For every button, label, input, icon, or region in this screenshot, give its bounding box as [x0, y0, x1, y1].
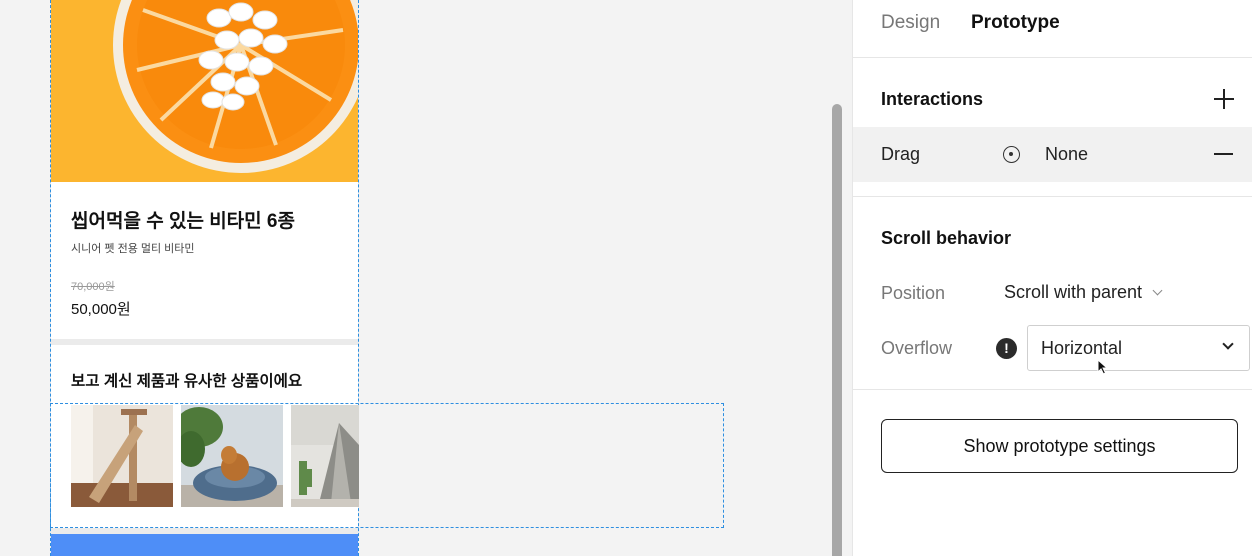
similar-products-title: 보고 계신 제품과 유사한 상품이에요: [71, 373, 303, 390]
design-canvas[interactable]: 씹어먹을 수 있는 비타민 6종 시니어 펫 전용 멀티 비타민 70,000원…: [0, 0, 852, 556]
product-card[interactable]: 씹어먹을 수 있는 비타민 6종 시니어 펫 전용 멀티 비타민 70,000원…: [51, 182, 358, 339]
canvas-scrollbar[interactable]: [832, 104, 842, 556]
product-title: 씹어먹을 수 있는 비타민 6종: [71, 211, 295, 232]
position-dropdown[interactable]: Scroll with parent: [1004, 282, 1163, 303]
product-thumbnail-tent[interactable]: [291, 405, 359, 507]
overflow-label: Overflow: [881, 338, 953, 358]
plus-icon[interactable]: [1213, 88, 1235, 110]
cta-bar[interactable]: [51, 534, 358, 556]
interactions-title: Interactions: [881, 89, 984, 109]
interaction-action[interactable]: None: [1045, 144, 1088, 165]
product-thumbnail-cat-tower[interactable]: [71, 405, 173, 507]
position-label: Position: [881, 283, 946, 303]
product-thumbnail-dog-bed[interactable]: [181, 405, 283, 507]
section-divider: [853, 389, 1252, 390]
overflow-value: Horizontal: [1041, 338, 1123, 358]
scroll-behavior-title: Scroll behavior: [881, 228, 1012, 248]
section-divider: [853, 196, 1252, 197]
interaction-row[interactable]: Drag None: [853, 127, 1252, 182]
sale-price: 50,000원: [71, 301, 131, 318]
hero-image[interactable]: [51, 0, 358, 182]
chevron-down-icon: [1152, 285, 1163, 296]
original-price: 70,000원: [71, 281, 115, 293]
target-icon: [1003, 146, 1020, 163]
tab-design[interactable]: Design: [881, 12, 940, 34]
overflow-dropdown[interactable]: Horizontal: [1027, 325, 1250, 371]
chevron-down-icon: [1222, 338, 1234, 350]
cat-tower-image: [71, 405, 173, 507]
properties-panel: Design Prototype Interactions Drag None …: [852, 0, 1252, 556]
show-prototype-settings-button[interactable]: Show prototype settings: [881, 419, 1238, 473]
product-subtitle: 시니어 펫 전용 멀티 비타민: [71, 243, 195, 255]
position-value: Scroll with parent: [1004, 282, 1143, 302]
mouse-cursor-icon: [1097, 359, 1109, 375]
tab-prototype[interactable]: Prototype: [971, 12, 1060, 34]
orange-pills-illustration: [51, 0, 358, 182]
horizontal-scroll-frame[interactable]: [50, 403, 724, 528]
interaction-trigger[interactable]: Drag: [881, 144, 920, 165]
panel-tabs: Design Prototype: [853, 0, 1252, 58]
minus-icon[interactable]: [1214, 153, 1233, 155]
dog-bed-image: [181, 405, 283, 507]
warning-icon[interactable]: !: [996, 338, 1017, 359]
tent-image: [291, 405, 359, 507]
